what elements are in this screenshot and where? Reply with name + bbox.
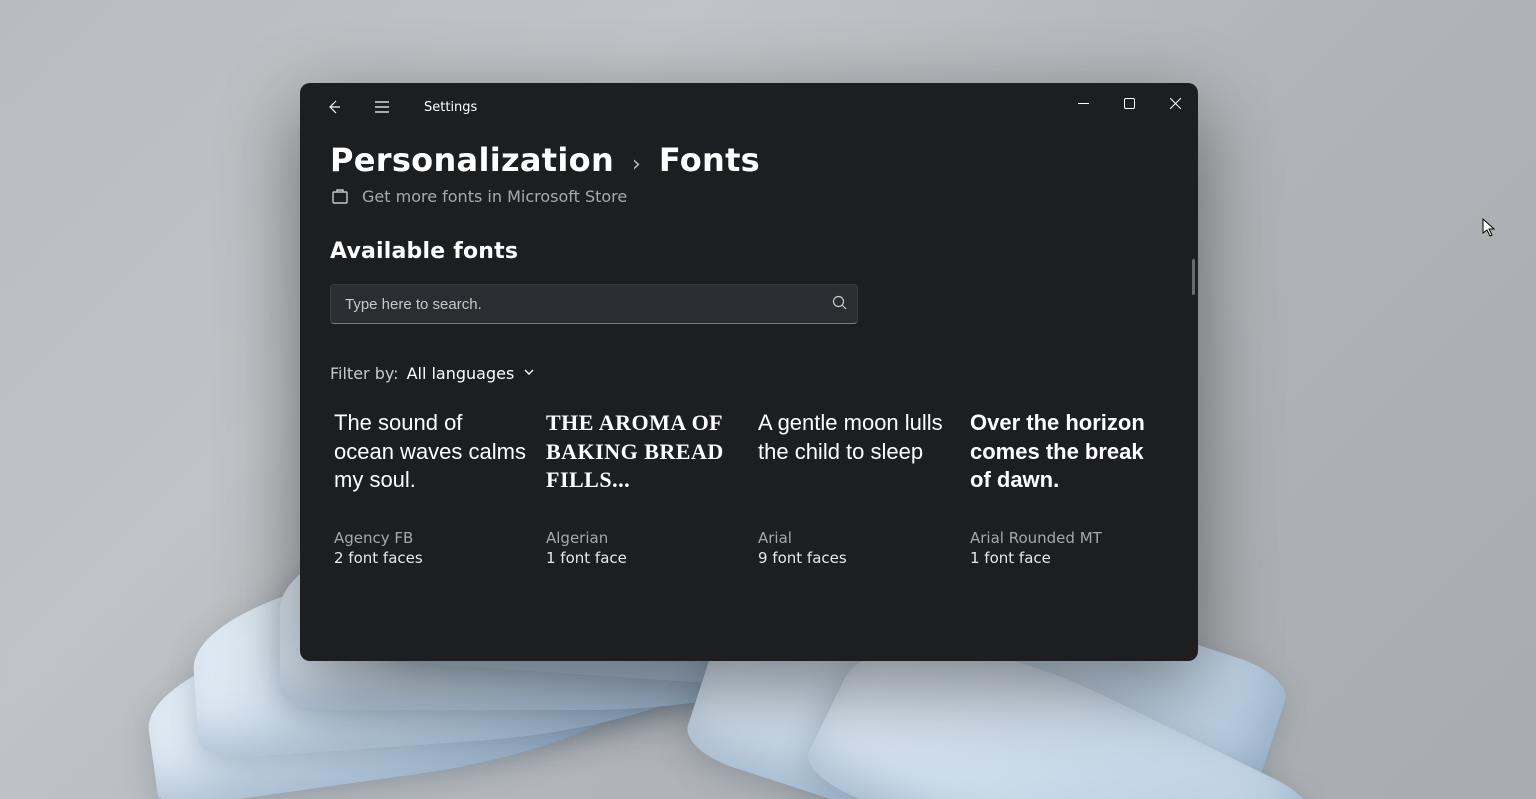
search-field[interactable]: [345, 296, 832, 313]
font-card-agency-fb[interactable]: The sound of ocean waves calms my soul. …: [330, 405, 532, 577]
font-card-algerian[interactable]: THE AROMA OF BAKING BREAD FILLS... Alger…: [542, 405, 744, 577]
mouse-cursor-icon: [1482, 218, 1498, 238]
font-faces: 2 font faces: [334, 549, 528, 567]
back-button[interactable]: [318, 91, 350, 123]
font-sample: A gentle moon lulls the child to sleep: [758, 409, 952, 523]
chevron-right-icon: ›: [632, 152, 641, 177]
font-faces: 1 font face: [546, 549, 740, 567]
font-sample: Over the horizon comes the break of dawn…: [970, 409, 1164, 523]
search-icon: [832, 295, 847, 314]
titlebar: Settings: [300, 83, 1198, 131]
font-faces: 1 font face: [970, 549, 1164, 567]
font-sample: The sound of ocean waves calms my soul.: [334, 409, 528, 523]
window-maximize-button[interactable]: [1106, 83, 1152, 123]
font-name: Agency FB: [334, 529, 528, 547]
menu-button[interactable]: [366, 91, 398, 123]
window-close-button[interactable]: [1152, 83, 1198, 123]
section-title: Available fonts: [330, 239, 1168, 264]
breadcrumb-current: Fonts: [659, 141, 760, 179]
chevron-down-icon: [522, 364, 536, 383]
store-icon: [330, 187, 350, 205]
filter-value: All languages: [407, 364, 515, 383]
filter-dropdown[interactable]: Filter by: All languages: [330, 364, 1168, 383]
breadcrumb: Personalization › Fonts: [330, 141, 1168, 179]
search-input[interactable]: [330, 284, 858, 324]
font-faces: 9 font faces: [758, 549, 952, 567]
scrollbar-thumb[interactable]: [1192, 259, 1195, 295]
font-sample: THE AROMA OF BAKING BREAD FILLS...: [546, 409, 740, 523]
font-name: Arial Rounded MT: [970, 529, 1164, 547]
store-link[interactable]: Get more fonts in Microsoft Store: [330, 187, 1168, 205]
font-card-arial-rounded[interactable]: Over the horizon comes the break of dawn…: [966, 405, 1168, 577]
window-minimize-button[interactable]: [1060, 83, 1106, 123]
store-link-label: Get more fonts in Microsoft Store: [362, 187, 627, 205]
settings-window: Settings Personalization › Fonts Get mor…: [300, 83, 1198, 661]
font-name: Arial: [758, 529, 952, 547]
filter-label: Filter by:: [330, 364, 399, 383]
breadcrumb-parent[interactable]: Personalization: [330, 141, 614, 179]
font-grid: The sound of ocean waves calms my soul. …: [330, 405, 1168, 577]
font-name: Algerian: [546, 529, 740, 547]
font-card-arial[interactable]: A gentle moon lulls the child to sleep A…: [754, 405, 956, 577]
app-title: Settings: [424, 100, 477, 115]
